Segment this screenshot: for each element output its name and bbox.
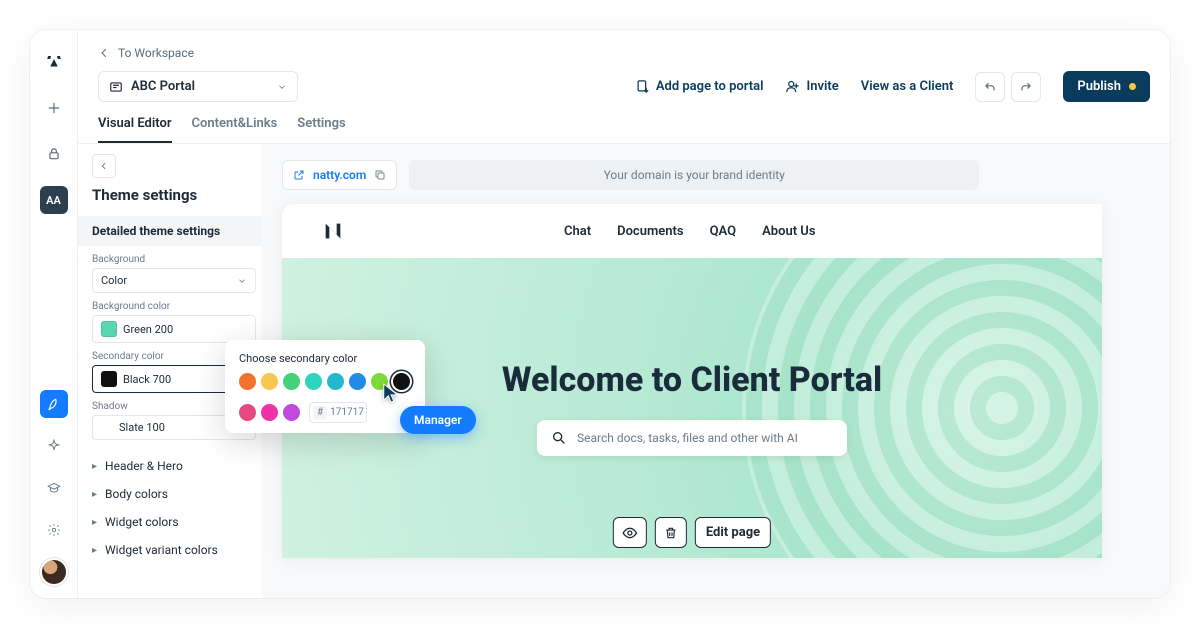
eye-icon	[622, 525, 638, 541]
bgcolor-label: Background color	[92, 301, 256, 312]
sidebar-back-button[interactable]	[92, 154, 116, 178]
project-select[interactable]: ABC Portal	[98, 71, 298, 102]
view-as-client[interactable]: View as a Client	[861, 79, 954, 94]
cursor-tooltip: Manager	[400, 406, 476, 434]
background-color-select[interactable]: Green 200	[92, 315, 256, 343]
left-rail: AA	[30, 30, 78, 598]
tab-content-links[interactable]: Content&Links	[192, 116, 278, 143]
logo-icon[interactable]	[40, 48, 68, 76]
publish-button[interactable]: Publish	[1063, 71, 1150, 102]
color-swatch[interactable]	[283, 373, 300, 390]
color-swatch[interactable]	[327, 373, 344, 390]
background-select[interactable]: Color	[92, 268, 256, 293]
search-icon	[551, 430, 567, 446]
add-page-button[interactable]: Add page to portal	[635, 79, 764, 94]
color-swatch[interactable]	[239, 373, 256, 390]
portal-logo	[322, 220, 344, 242]
avatar[interactable]	[40, 558, 68, 586]
trash-icon	[664, 525, 678, 541]
color-swatch[interactable]	[305, 373, 322, 390]
swatch-icon	[101, 371, 117, 387]
add-icon[interactable]	[40, 94, 68, 122]
portal-menu: Chat Documents QAQ About Us	[564, 224, 816, 239]
back-to-workspace[interactable]: To Workspace	[98, 46, 194, 60]
sidebar-title: Theme settings	[92, 186, 256, 204]
sparkle-icon[interactable]	[40, 432, 68, 460]
menu-about[interactable]: About Us	[762, 224, 815, 239]
hero-title: Welcome to Client Portal	[502, 360, 882, 400]
delete-button[interactable]	[655, 517, 687, 548]
text-style-button[interactable]: AA	[40, 186, 68, 214]
cursor-icon	[382, 382, 400, 404]
hex-input[interactable]: #171717	[309, 402, 367, 423]
tab-settings[interactable]: Settings	[297, 116, 345, 143]
preview-visibility-button[interactable]	[613, 517, 647, 548]
row-widget-variant[interactable]: ▸Widget variant colors	[92, 536, 256, 564]
education-icon[interactable]	[40, 474, 68, 502]
domain-hint: Your domain is your brand identity	[409, 160, 979, 190]
sidebar-group-head: Detailed theme settings	[78, 216, 262, 246]
redo-button[interactable]	[1011, 72, 1041, 102]
editor-tabs: Visual Editor Content&Links Settings	[78, 116, 1170, 144]
rocket-icon[interactable]	[40, 390, 68, 418]
project-name: ABC Portal	[131, 79, 195, 94]
menu-documents[interactable]: Documents	[617, 224, 683, 239]
lock-icon[interactable]	[40, 140, 68, 168]
color-swatch[interactable]	[261, 404, 278, 421]
topbar: To Workspace ABC Portal Add page to port…	[78, 30, 1170, 102]
edit-page-button[interactable]: Edit page	[695, 517, 771, 548]
undo-button[interactable]	[975, 72, 1005, 102]
chevron-down-icon	[237, 276, 247, 286]
back-label: To Workspace	[118, 46, 194, 60]
tab-visual-editor[interactable]: Visual Editor	[98, 116, 172, 143]
status-dot-icon	[1129, 83, 1136, 90]
color-swatch[interactable]	[283, 404, 300, 421]
row-body-colors[interactable]: ▸Body colors	[92, 480, 256, 508]
menu-qaq[interactable]: QAQ	[710, 224, 737, 239]
color-swatch[interactable]	[261, 373, 278, 390]
copy-icon[interactable]	[374, 169, 386, 181]
bg-label: Background	[92, 254, 256, 265]
popover-title: Choose secondary color	[239, 352, 411, 365]
row-header-hero[interactable]: ▸Header & Hero	[92, 452, 256, 480]
domain-chip[interactable]: natty.com	[282, 160, 397, 190]
color-swatch[interactable]	[349, 373, 366, 390]
settings-icon[interactable]	[40, 516, 68, 544]
hero-search-input[interactable]: Search docs, tasks, files and other with…	[537, 420, 847, 456]
menu-chat[interactable]: Chat	[564, 224, 591, 239]
color-swatch[interactable]	[239, 404, 256, 421]
swatch-icon	[101, 321, 117, 337]
chevron-down-icon	[277, 82, 287, 92]
invite-button[interactable]: Invite	[785, 79, 838, 94]
row-widget-colors[interactable]: ▸Widget colors	[92, 508, 256, 536]
external-link-icon	[293, 169, 305, 181]
